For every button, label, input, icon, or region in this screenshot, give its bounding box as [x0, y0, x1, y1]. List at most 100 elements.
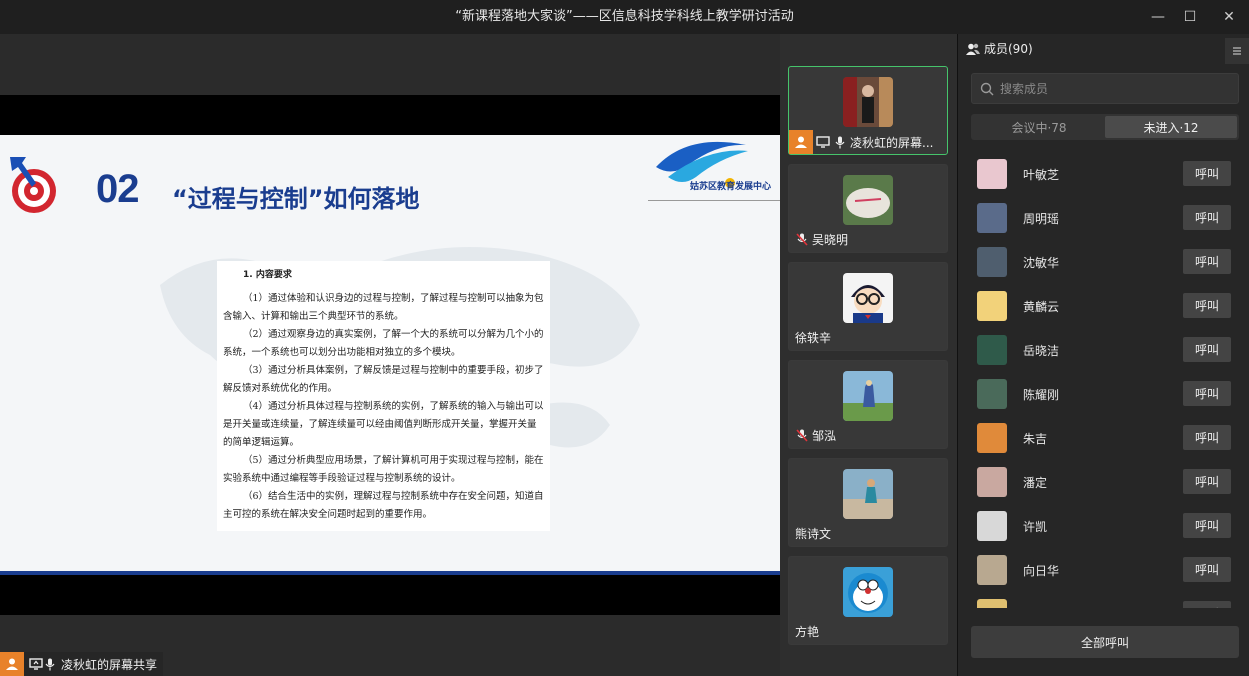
call-button[interactable]: 呼叫	[1183, 425, 1231, 450]
member-name: 许凯	[1023, 519, 1048, 534]
participant-avatar	[843, 371, 893, 421]
list-item: 岳晓洁 呼叫	[971, 328, 1239, 372]
video-tile[interactable]: 方艳	[788, 556, 948, 645]
participant-avatar	[843, 567, 893, 617]
microphone-icon	[833, 135, 847, 149]
doc-paragraph: （5）通过分析典型应用场景，了解计算机可用于实现过程与控制，能在实验系统中通过编…	[223, 455, 544, 484]
member-avatar	[977, 467, 1007, 497]
menu-icon	[1233, 47, 1241, 55]
video-tile[interactable]: 邹泓	[788, 360, 948, 449]
member-avatar	[977, 335, 1007, 365]
member-list: 叶敏芝 呼叫 周明瑶 呼叫 沈敏华 呼叫 黄麟云 呼叫 岳晓洁 呼叫 陈耀刚 呼叫 朱吉 呼叫 潘定 呼叫 许凯…	[971, 152, 1239, 608]
list-item: 叶敏芝 呼叫	[971, 152, 1239, 196]
microphone-icon	[43, 657, 57, 671]
video-tile[interactable]: 吴晓明	[788, 164, 948, 253]
member-avatar	[977, 379, 1007, 409]
close-button[interactable]: ✕	[1209, 0, 1249, 34]
members-panel: 成员(90) 会议中·78 未进入·12 叶敏芝呼叫周明瑶呼叫沈敏华呼叫黄麟云呼…	[957, 34, 1249, 676]
maximize-button[interactable]: ☐	[1170, 0, 1210, 34]
call-button[interactable]: 呼叫	[1183, 557, 1231, 582]
panel-menu-button[interactable]	[1225, 38, 1249, 64]
presentation-slide: 02 “过程与控制”如何落地 姑苏区教育发展中心 1. 内容要求 （1）通过体验…	[0, 135, 780, 575]
doc-paragraph: （1）通过体验和认识身边的过程与控制，了解过程与控制可以抽象为包含输入、计算和输…	[223, 293, 544, 322]
member-avatar	[977, 247, 1007, 277]
list-item: 黄麟云 呼叫	[971, 284, 1239, 328]
host-icon	[0, 652, 24, 676]
search-icon	[980, 82, 994, 95]
call-button[interactable]: 呼叫	[1183, 161, 1231, 186]
member-avatar	[977, 203, 1007, 233]
list-item: 呼叫	[971, 592, 1239, 608]
screen-share-label: 凌秋虹的屏幕共享	[61, 657, 158, 672]
member-avatar	[977, 291, 1007, 321]
call-button[interactable]: 呼叫	[1183, 601, 1231, 608]
document-excerpt: 1. 内容要求 （1）通过体验和认识身边的过程与控制，了解过程与控制可以抽象为包…	[217, 261, 550, 531]
member-avatar	[977, 423, 1007, 453]
member-name: 向日华	[1023, 563, 1060, 578]
call-button[interactable]: 呼叫	[1183, 293, 1231, 318]
member-search[interactable]	[971, 73, 1239, 104]
microphone-muted-icon	[795, 233, 809, 247]
member-name: 沈敏华	[1023, 255, 1060, 270]
list-item: 潘定 呼叫	[971, 460, 1239, 504]
participant-name: 凌秋虹的屏幕...	[850, 135, 934, 150]
call-button[interactable]: 呼叫	[1183, 469, 1231, 494]
microphone-muted-icon	[795, 429, 809, 443]
host-icon	[789, 130, 813, 154]
doc-paragraph: （4）通过分析具体过程与控制系统的实例，了解系统的输入与输出可以是开关量或连续量…	[223, 401, 544, 448]
member-avatar	[977, 555, 1007, 585]
participant-name: 邹泓	[812, 429, 837, 443]
members-header: 成员(90)	[966, 40, 1033, 57]
member-name: 岳晓洁	[1023, 343, 1060, 358]
call-button[interactable]: 呼叫	[1183, 205, 1231, 230]
video-tile[interactable]: 熊诗文	[788, 458, 948, 547]
call-button[interactable]: 呼叫	[1183, 249, 1231, 274]
member-name: 黄麟云	[1023, 299, 1060, 314]
slide-heading: “过程与控制”如何落地	[172, 185, 420, 213]
member-name: 叶敏芝	[1023, 167, 1060, 182]
call-button[interactable]: 呼叫	[1183, 381, 1231, 406]
call-all-button[interactable]: 全部呼叫	[971, 626, 1239, 658]
doc-paragraph: （3）通过分析具体案例，了解反馈是过程与控制中的重要手段，初步了解反馈对系统优化…	[223, 365, 544, 394]
tab-not-joined[interactable]: 未进入·12	[1105, 116, 1237, 138]
screen-share-icon	[816, 135, 830, 149]
logo-text: 姑苏区教育发展中心	[690, 182, 772, 192]
members-count-label: 成员(90)	[984, 42, 1033, 56]
participant-avatar	[843, 175, 893, 225]
member-name: 周明瑶	[1023, 211, 1060, 226]
shared-screen-stage: 02 “过程与控制”如何落地 姑苏区教育发展中心 1. 内容要求 （1）通过体验…	[0, 34, 780, 676]
member-name: 陈耀刚	[1023, 387, 1060, 402]
list-item: 沈敏华 呼叫	[971, 240, 1239, 284]
participant-name: 徐轶辛	[795, 331, 832, 345]
list-item: 周明瑶 呼叫	[971, 196, 1239, 240]
member-name: 潘定	[1023, 475, 1048, 490]
letterbox-bottom	[0, 575, 780, 615]
member-avatar	[977, 599, 1007, 608]
target-arrow-icon	[10, 157, 56, 213]
video-tile[interactable]: 凌秋虹的屏幕...	[788, 66, 948, 155]
member-status-tabs: 会议中·78 未进入·12	[971, 114, 1239, 140]
participant-avatar	[843, 469, 893, 519]
call-button[interactable]: 呼叫	[1183, 337, 1231, 362]
tab-in-meeting[interactable]: 会议中·78	[973, 116, 1105, 138]
window-title: “新课程落地大家谈”——区信息科技学科线上教学研讨活动	[455, 9, 794, 24]
header-divider	[648, 200, 780, 201]
participant-name: 吴晓明	[812, 233, 849, 247]
list-item: 陈耀刚 呼叫	[971, 372, 1239, 416]
member-name: 朱吉	[1023, 431, 1048, 446]
participant-avatar	[843, 273, 893, 323]
doc-paragraph: （2）通过观察身边的真实案例，了解一个大的系统可以分解为几个小的系统，一个系统也…	[223, 329, 544, 358]
doc-paragraph: （6）结合生活中的实例，理解过程与控制系统中存在安全问题，知道自主可控的系统在解…	[223, 491, 544, 520]
participant-name: 方艳	[795, 625, 820, 639]
participant-avatar	[843, 77, 893, 127]
video-tile[interactable]: 徐轶辛	[788, 262, 948, 351]
slide-number: 02	[96, 167, 139, 211]
list-item: 朱吉 呼叫	[971, 416, 1239, 460]
search-input[interactable]	[1000, 81, 1230, 96]
screen-share-icon	[29, 657, 43, 671]
screen-share-status: 凌秋虹的屏幕共享	[0, 652, 164, 676]
call-button[interactable]: 呼叫	[1183, 513, 1231, 538]
doc-title: 1. 内容要求	[243, 270, 292, 280]
members-icon	[966, 42, 980, 56]
member-avatar	[977, 511, 1007, 541]
